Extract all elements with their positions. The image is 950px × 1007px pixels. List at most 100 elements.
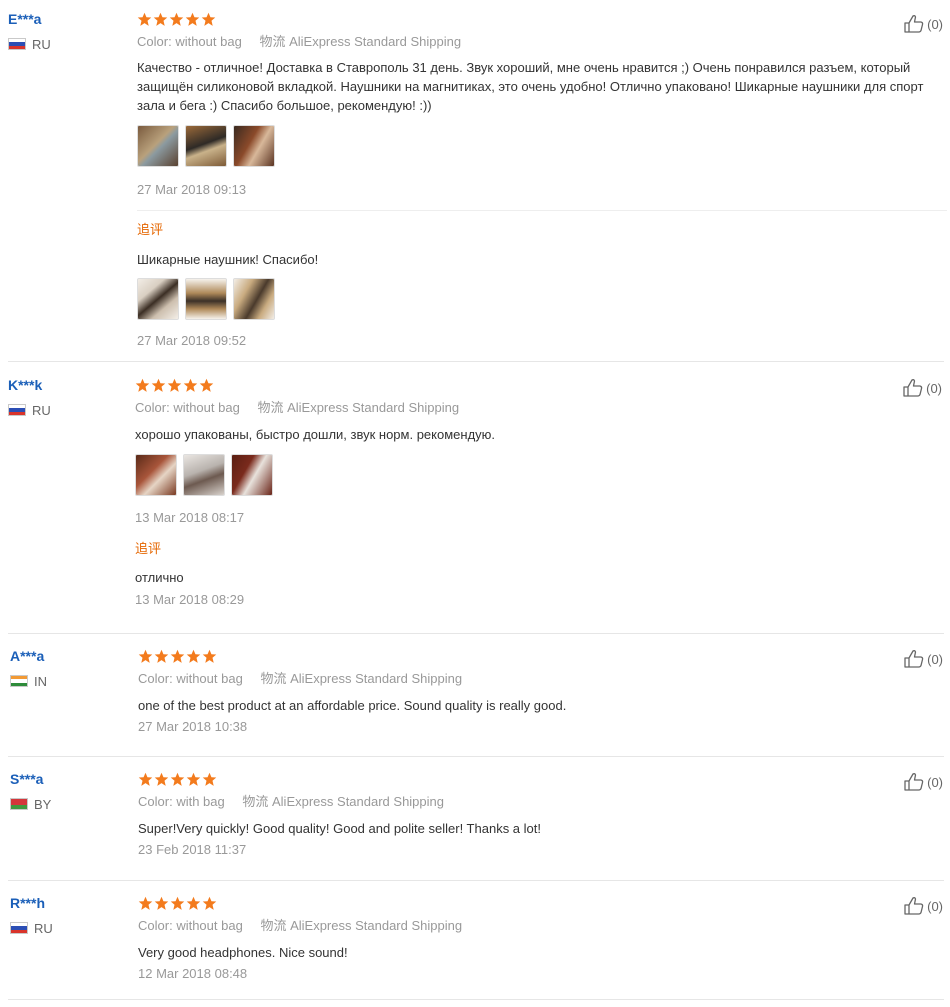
reviewer-name-link[interactable]: A***a: [10, 647, 120, 665]
star-icon: [202, 896, 217, 910]
star-rating: [138, 894, 898, 912]
star-icon: [186, 772, 201, 786]
helpful-count: (0): [927, 774, 943, 790]
star-icon: [170, 896, 185, 910]
star-icon: [170, 649, 185, 663]
reviewer-name-link[interactable]: K***k: [8, 376, 118, 394]
star-icon: [201, 12, 216, 26]
review-photo-thumbnail[interactable]: [231, 454, 273, 496]
color-value: without bag: [173, 400, 240, 415]
review-content: Color: without bag 物流 AliExpress Standar…: [138, 894, 898, 982]
color-value: without bag: [175, 34, 242, 49]
star-icon: [138, 896, 153, 910]
review-divider: [8, 633, 944, 634]
followup-label: 追评: [135, 541, 162, 556]
star-icon: [186, 896, 201, 910]
review-date: 27 Mar 2018 09:13: [137, 182, 247, 197]
logistics-value: AliExpress Standard Shipping: [272, 794, 444, 809]
followup-text: Шикарные наушник! Спасибо!: [137, 252, 319, 267]
followup-date: 13 Mar 2018 08:29: [135, 592, 245, 607]
star-icon: [154, 649, 169, 663]
review-meta: Color: without bag 物流 AliExpress Standar…: [138, 671, 898, 687]
russia-flag-icon: [10, 922, 28, 934]
review-user: R***h RU: [10, 894, 120, 936]
helpful-button[interactable]: (0): [903, 14, 943, 34]
review-text: Качество - отличное! Доставка в Ставропо…: [137, 60, 924, 113]
russia-flag-icon: [8, 38, 26, 50]
helpful-button[interactable]: (0): [903, 772, 943, 792]
logistics-value: AliExpress Standard Shipping: [290, 671, 463, 686]
helpful-button[interactable]: (0): [903, 896, 943, 916]
star-rating: [138, 770, 898, 788]
helpful-count: (0): [926, 380, 942, 396]
logistics-value: AliExpress Standard Shipping: [290, 918, 463, 933]
review-date: 23 Feb 2018 11:37: [138, 842, 247, 857]
followup-photo-thumbnail[interactable]: [137, 278, 179, 320]
review-photo-thumbnail[interactable]: [183, 454, 225, 496]
color-label: Color:: [138, 671, 173, 686]
logistics-label: 物流: [259, 34, 286, 49]
followup-label: 追评: [137, 222, 164, 237]
review-divider: [8, 999, 944, 1000]
followup-photo-thumbnail[interactable]: [233, 278, 275, 320]
review-photo-thumbnail[interactable]: [135, 454, 177, 496]
star-icon: [185, 12, 200, 26]
followup-photo-thumbnail[interactable]: [185, 278, 227, 320]
review-meta: Color: without bag 物流 AliExpress Standar…: [135, 400, 895, 416]
followup-text: отлично: [135, 570, 184, 585]
review-date: 12 Mar 2018 08:48: [138, 966, 248, 981]
review-photo-thumbnail[interactable]: [185, 125, 227, 167]
star-rating: [135, 376, 895, 394]
review-meta: Color: with bag 物流 AliExpress Standard S…: [138, 794, 898, 810]
country-code: BY: [34, 796, 52, 812]
review-user: A***a IN: [10, 647, 120, 689]
review-item: K***k RU Color: without bag 物流 AliExpres…: [0, 376, 950, 634]
reviewer-name-link[interactable]: S***a: [10, 770, 120, 788]
review-text: хорошо упакованы, быстро дошли, звук нор…: [135, 427, 496, 442]
star-icon: [137, 12, 152, 26]
helpful-button[interactable]: (0): [903, 649, 943, 669]
thumbs-up-icon: [904, 773, 924, 791]
reviewer-country: RU: [10, 920, 120, 936]
helpful-count: (0): [927, 651, 943, 667]
color-label: Color:: [138, 794, 173, 809]
star-icon: [186, 649, 201, 663]
thumbs-up-icon: [904, 15, 924, 33]
followup-divider: [137, 210, 947, 211]
color-value: without bag: [176, 671, 243, 686]
review-content: Color: without bag 物流 AliExpress Standar…: [137, 10, 947, 349]
thumbs-up-icon: [904, 650, 924, 668]
country-code: IN: [34, 673, 47, 689]
review-meta: Color: without bag 物流 AliExpress Standar…: [137, 34, 897, 50]
logistics-label: 物流: [242, 794, 269, 809]
color-label: Color:: [137, 34, 172, 49]
star-icon: [138, 772, 153, 786]
review-photo-thumbnail[interactable]: [137, 125, 179, 167]
reviewer-name-link[interactable]: R***h: [10, 894, 120, 912]
reviewer-country: RU: [8, 402, 118, 418]
logistics-label: 物流: [260, 671, 287, 686]
review-item: A***a IN Color: without bag 物流 AliExpres…: [0, 647, 950, 757]
star-icon: [170, 772, 185, 786]
star-icon: [153, 12, 168, 26]
star-icon: [199, 378, 214, 392]
review-content: Color: without bag 物流 AliExpress Standar…: [135, 376, 895, 608]
review-text: Super!Very quickly! Good quality! Good a…: [138, 821, 541, 836]
star-icon: [151, 378, 166, 392]
country-code: RU: [32, 36, 51, 52]
reviewer-name-link[interactable]: E***a: [8, 10, 118, 28]
color-value: without bag: [176, 918, 243, 933]
russia-flag-icon: [8, 404, 26, 416]
review-text: Very good headphones. Nice sound!: [138, 945, 348, 960]
thumbs-up-icon: [903, 379, 923, 397]
logistics-value: AliExpress Standard Shipping: [287, 400, 460, 415]
logistics-label: 物流: [260, 918, 287, 933]
review-photo-thumbnail[interactable]: [233, 125, 275, 167]
helpful-count: (0): [927, 16, 943, 32]
star-rating: [137, 10, 897, 28]
review-divider: [8, 880, 944, 881]
followup-date: 27 Mar 2018 09:52: [137, 333, 247, 348]
helpful-button[interactable]: (0): [902, 378, 942, 398]
star-icon: [135, 378, 150, 392]
belarus-flag-icon: [10, 798, 28, 810]
